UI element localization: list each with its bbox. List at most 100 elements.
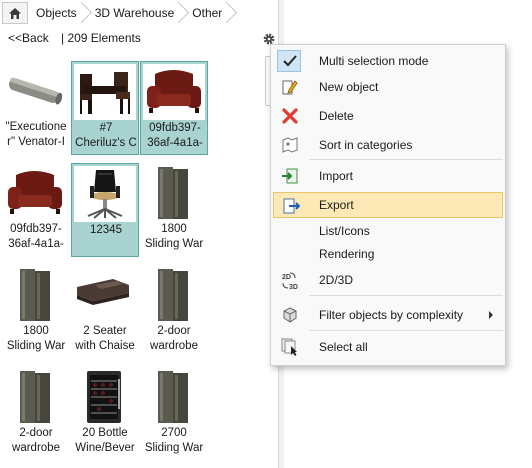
menu-item-import[interactable]: Import	[273, 163, 503, 189]
object-caption: 12345	[72, 223, 140, 238]
menu-separator	[309, 159, 503, 160]
export-icon	[282, 197, 301, 215]
object-tile[interactable]: 2-door wardrobe	[2, 367, 70, 461]
menu-item-label: Multi selection mode	[319, 54, 429, 68]
caption-line: 36af-4a1a-	[8, 238, 64, 250]
object-tile[interactable]: 12345	[71, 163, 139, 257]
wardrobe-icon	[142, 165, 204, 221]
new-object-icon	[281, 78, 299, 96]
chevron-right-icon	[489, 311, 493, 319]
panel-header: <<Back | 209 Elements	[8, 31, 270, 47]
caption-line: 1800	[161, 223, 187, 235]
menu-item-multi-selection-mode[interactable]: Multi selection mode	[273, 48, 503, 74]
object-panel: Objects 3D Warehouse Other <<Back | 209 …	[0, 0, 278, 468]
object-tile[interactable]: 1800 Sliding War	[2, 265, 70, 359]
object-caption: 1800 Sliding War	[2, 324, 70, 354]
caption-line: Wine/Bever	[75, 442, 135, 454]
object-tile[interactable]: 2 Seater with Chaise	[71, 265, 139, 359]
menu-item-label: Delete	[319, 109, 354, 123]
object-caption: "Executione r" Venator-I	[2, 120, 70, 150]
object-tile[interactable]: 2700 Sliding War	[140, 367, 208, 461]
filter-complexity-icon	[281, 306, 299, 324]
caption-line: 09fdb397-	[149, 122, 201, 134]
object-caption: 2-door wardrobe	[2, 426, 70, 456]
menu-item-sort-in-categories[interactable]: Sort in categories	[273, 132, 503, 158]
menu-item-label: Select all	[319, 340, 368, 354]
object-tile[interactable]: 2-door wardrobe	[140, 265, 208, 359]
svg-text:3D: 3D	[289, 284, 298, 291]
object-tile[interactable]: 09fdb397- 36af-4a1a-	[2, 163, 70, 257]
caption-line: 09fdb397-	[10, 223, 62, 235]
checkmark-icon	[281, 52, 299, 70]
object-caption: 2700 Sliding War	[140, 426, 208, 456]
object-tile[interactable]: 1800 Sliding War	[140, 163, 208, 257]
menu-item-label: Filter objects by complexity	[319, 308, 464, 322]
menu-separator	[309, 295, 503, 296]
caption-line: wardrobe	[12, 442, 60, 454]
caption-line: Sliding War	[144, 238, 204, 250]
object-tile[interactable]: 20 Bottle Wine/Bever	[71, 367, 139, 461]
caption-line: 2700	[161, 427, 187, 439]
menu-item-label: Rendering	[319, 247, 375, 261]
caption-line: Cheriluz's C	[75, 137, 137, 149]
context-menu: Multi selection mode New object Delete Sort…	[270, 44, 506, 366]
menu-item-label: New object	[319, 80, 379, 94]
menu-item-label: List/Icons	[319, 224, 370, 238]
caption-line: #7	[99, 122, 113, 134]
object-caption: 1800 Sliding War	[140, 222, 208, 252]
menu-item-filter-objects-by-complexity[interactable]: Filter objects by complexity	[273, 302, 503, 328]
object-tile[interactable]: "Executione r" Venator-I	[2, 61, 70, 155]
breadcrumb-objects[interactable]: Objects	[28, 2, 87, 24]
caption-line: 1800	[23, 325, 49, 337]
caption-line: Sliding War	[144, 442, 204, 454]
caption-line: 12345	[90, 224, 122, 236]
wine-fridge-icon	[73, 369, 135, 425]
back-link[interactable]: <<Back	[8, 31, 49, 45]
object-caption: #7 Cheriluz's C	[72, 121, 140, 151]
sort-categories-icon	[281, 136, 299, 154]
wardrobe-icon	[142, 267, 204, 323]
wardrobe-icon	[142, 369, 204, 425]
select-all-icon	[281, 338, 299, 356]
home-icon	[9, 7, 21, 19]
breadcrumb-3d-warehouse[interactable]: 3D Warehouse	[87, 2, 185, 24]
object-tile[interactable]: 09fdb397- 36af-4a1a-	[140, 61, 208, 155]
breadcrumb: Objects 3D Warehouse Other	[2, 2, 232, 24]
menu-separator	[309, 330, 503, 331]
elements-count: | 209 Elements	[61, 31, 141, 45]
menu-item-rendering[interactable]: Rendering	[273, 241, 503, 267]
caption-line: r" Venator-I	[7, 136, 65, 148]
wardrobe-icon	[4, 267, 66, 323]
office-chair-icon	[74, 166, 136, 222]
object-tile[interactable]: #7 Cheriluz's C	[71, 61, 139, 155]
menu-item-label: Import	[319, 169, 354, 183]
caption-line: Sliding War	[6, 340, 66, 352]
caption-line: 36af-4a1a-	[147, 137, 203, 149]
caption-line: wardrobe	[150, 340, 198, 352]
object-caption: 2-door wardrobe	[140, 324, 208, 354]
armchair-icon	[143, 64, 205, 120]
menu-item-delete[interactable]: Delete	[273, 103, 503, 129]
caption-line: with Chaise	[75, 340, 135, 352]
armchair-icon	[4, 165, 66, 221]
object-caption: 2 Seater with Chaise	[71, 324, 139, 354]
caption-line: 2-door	[157, 325, 191, 337]
home-button[interactable]	[2, 2, 28, 24]
menu-item-new-object[interactable]: New object	[273, 74, 503, 100]
caption-line: "Executione	[5, 121, 67, 133]
menu-item-label: Sort in categories	[319, 138, 413, 152]
caption-line: 2 Seater	[83, 325, 127, 337]
import-icon	[281, 167, 299, 185]
menu-item-label: Export	[319, 198, 354, 212]
menu-item-export[interactable]: Export	[273, 192, 503, 218]
caption-line: 20 Bottle	[82, 427, 128, 439]
object-caption: 20 Bottle Wine/Bever	[71, 426, 139, 456]
wardrobe-icon	[4, 369, 66, 425]
menu-item-2d-3d[interactable]: 2D 3D 2D/3D	[273, 267, 503, 293]
menu-item-select-all[interactable]: Select all	[273, 334, 503, 360]
breadcrumb-other[interactable]: Other	[184, 2, 232, 24]
sofa-icon	[73, 267, 135, 323]
object-caption: 09fdb397- 36af-4a1a-	[141, 121, 209, 151]
svg-text:2D: 2D	[282, 274, 291, 281]
menu-item-label: 2D/3D	[319, 273, 354, 287]
